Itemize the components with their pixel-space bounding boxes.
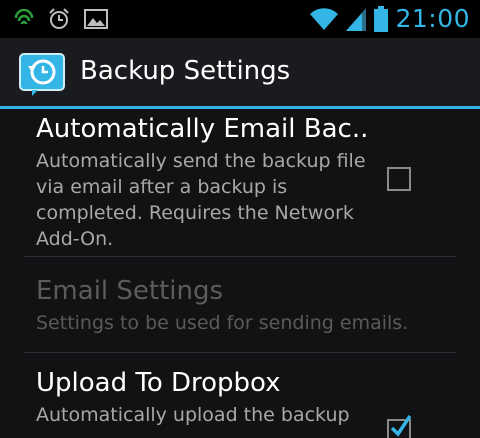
- pref-auto-email-summary: Automatically send the backup file via e…: [36, 150, 366, 250]
- notification-icons: [14, 8, 108, 30]
- pref-email-settings-title: Email Settings: [36, 276, 224, 306]
- auto-email-checkbox[interactable]: [386, 166, 412, 192]
- pref-upload-dropbox-title: Upload To Dropbox: [36, 368, 281, 398]
- pref-upload-dropbox[interactable]: Upload To Dropbox Automatically upload t…: [36, 368, 386, 428]
- alarm-clock-icon: [49, 8, 69, 29]
- android-shield-icon: [14, 9, 34, 25]
- pref-auto-email[interactable]: Automatically Email Bac.. Automatically …: [36, 114, 386, 252]
- upload-dropbox-checkbox[interactable]: [386, 412, 412, 438]
- divider: [24, 352, 456, 353]
- pref-email-settings: Email Settings Settings to be used for s…: [36, 276, 409, 336]
- page-title: Backup Settings: [80, 56, 291, 86]
- image-icon: [84, 9, 108, 29]
- system-icons: 21:00: [309, 4, 470, 33]
- pref-upload-dropbox-summary: Automatically upload the backup: [36, 404, 350, 426]
- pref-email-settings-summary: Settings to be used for sending emails.: [36, 312, 409, 334]
- signal-icon: [346, 7, 367, 31]
- status-bar: 21:00: [0, 0, 480, 38]
- wifi-icon: [310, 7, 339, 30]
- divider: [24, 256, 456, 257]
- pref-auto-email-title: Automatically Email Bac..: [36, 114, 369, 144]
- battery-icon: [374, 5, 389, 32]
- status-clock: 21:00: [395, 4, 470, 33]
- action-bar-divider: [0, 106, 480, 109]
- backup-restore-icon[interactable]: [18, 52, 66, 96]
